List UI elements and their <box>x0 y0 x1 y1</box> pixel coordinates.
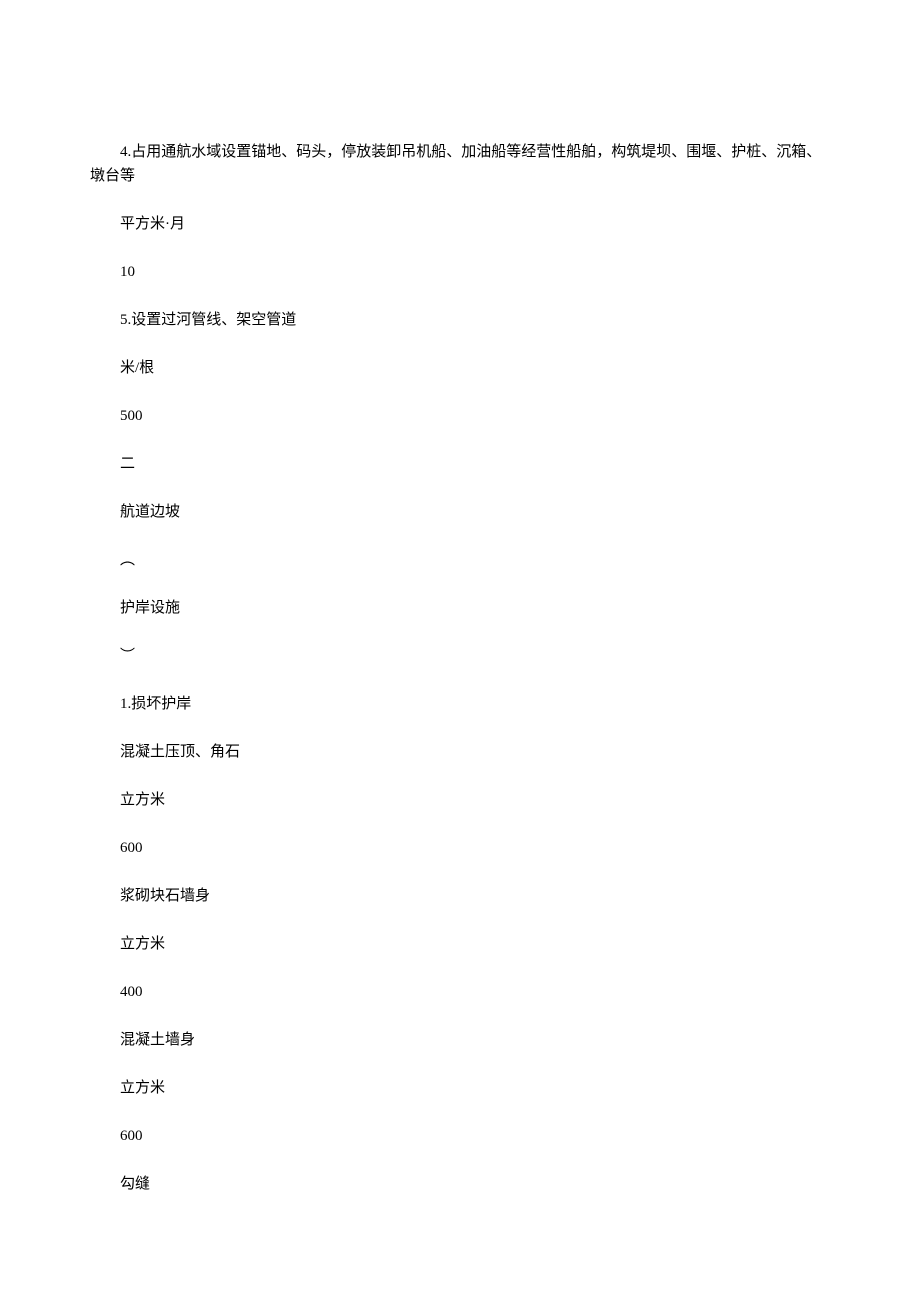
line-text: 4.占用通航水域设置锚地、码头，停放装卸吊机船、加油船等经营性船舶，构筑堤坝、围… <box>90 144 821 184</box>
text-line-17: 400 <box>90 980 830 1004</box>
line-text: 混凝土墙身 <box>120 1032 195 1048</box>
line-text: 平方米·月 <box>120 216 185 232</box>
line-text: 600 <box>120 1128 143 1144</box>
line-text: 勾缝 <box>120 1176 150 1192</box>
line-text: 航道边坡 <box>120 504 180 520</box>
line-text: 1.损坏护岸 <box>120 696 191 712</box>
text-line-15: 浆砌块石墙身 <box>90 884 830 908</box>
text-line-21: 勾缝 <box>90 1172 830 1196</box>
line-text: 米/根 <box>120 360 154 376</box>
text-line-0: 4.占用通航水域设置锚地、码头，停放装卸吊机船、加油船等经营性船舶，构筑堤坝、围… <box>90 140 830 188</box>
text-line-18: 混凝土墙身 <box>90 1028 830 1052</box>
line-text: 二 <box>120 456 135 472</box>
line-text: 立方米 <box>120 792 165 808</box>
line-text: ︶ <box>120 648 135 664</box>
text-line-16: 立方米 <box>90 932 830 956</box>
line-text: 500 <box>120 408 143 424</box>
line-text: 立方米 <box>120 936 165 952</box>
text-line-4: 米/根 <box>90 356 830 380</box>
text-line-3: 5.设置过河管线、架空管道 <box>90 308 830 332</box>
text-line-8: ︵ <box>90 548 830 572</box>
line-text: 5.设置过河管线、架空管道 <box>120 312 296 328</box>
text-line-20: 600 <box>90 1124 830 1148</box>
line-text: 10 <box>120 264 135 280</box>
text-line-5: 500 <box>90 404 830 428</box>
line-text: 护岸设施 <box>120 600 180 616</box>
text-line-13: 立方米 <box>90 788 830 812</box>
text-line-12: 混凝土压顶、角石 <box>90 740 830 764</box>
text-line-9: 护岸设施 <box>90 596 830 620</box>
line-text: ︵ <box>120 552 135 568</box>
document-content: 4.占用通航水域设置锚地、码头，停放装卸吊机船、加油船等经营性船舶，构筑堤坝、围… <box>90 140 830 1196</box>
line-text: 立方米 <box>120 1080 165 1096</box>
line-text: 浆砌块石墙身 <box>120 888 210 904</box>
text-line-7: 航道边坡 <box>90 500 830 524</box>
text-line-11: 1.损坏护岸 <box>90 692 830 716</box>
text-line-6: 二 <box>90 452 830 476</box>
text-line-10: ︶ <box>90 644 830 668</box>
line-text: 600 <box>120 840 143 856</box>
text-line-1: 平方米·月 <box>90 212 830 236</box>
text-line-19: 立方米 <box>90 1076 830 1100</box>
text-line-2: 10 <box>90 260 830 284</box>
line-text: 混凝土压顶、角石 <box>120 744 240 760</box>
line-text: 400 <box>120 984 143 1000</box>
text-line-14: 600 <box>90 836 830 860</box>
